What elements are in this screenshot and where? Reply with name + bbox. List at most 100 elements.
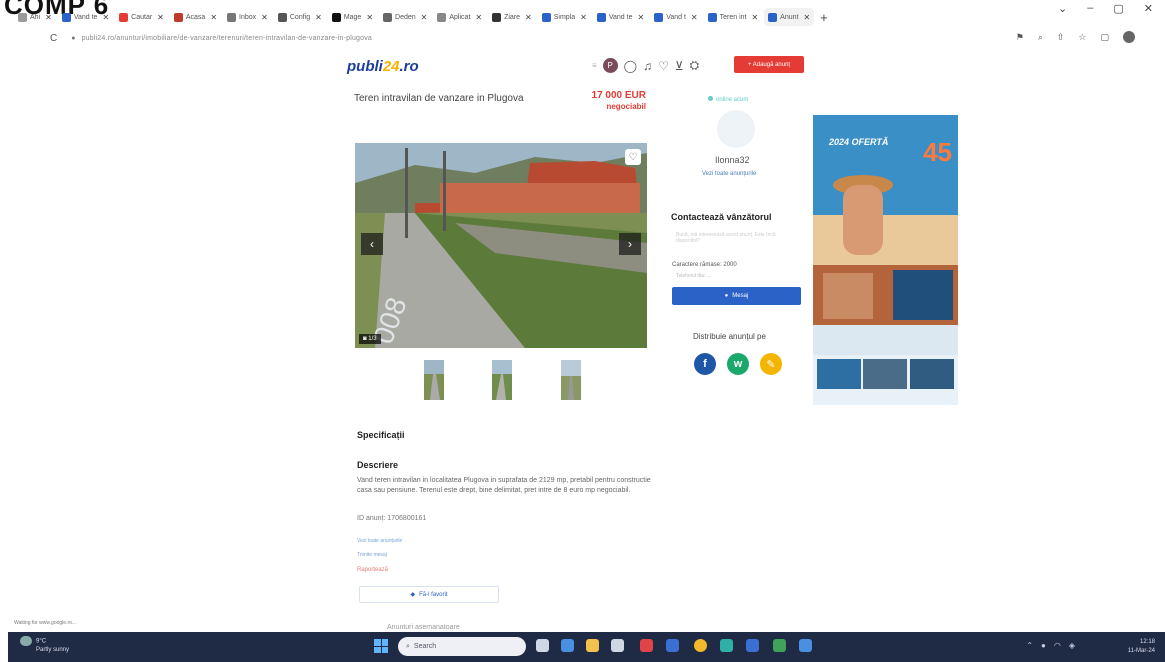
bookmark-star-icon[interactable]: ☆	[1078, 32, 1086, 43]
tab-close-icon[interactable]: ✕	[580, 13, 587, 22]
tab-favicon-icon	[119, 12, 129, 22]
tab-close-icon[interactable]: ✕	[475, 13, 482, 22]
tab-label: Simpla	[553, 13, 576, 21]
send-message-button[interactable]: ● Mesaj	[672, 287, 801, 305]
site-logo[interactable]: publi24.ro	[347, 58, 419, 75]
chevron-up-icon[interactable]: ⌃	[1026, 641, 1033, 650]
url-field[interactable]: publi24.ro/anunturi/imobiliare/de-vanzar…	[81, 35, 372, 42]
wifi-icon[interactable]: ◠	[1054, 641, 1061, 650]
app-red-icon[interactable]	[640, 639, 653, 652]
browser-tab[interactable]: Config ✕	[274, 8, 326, 26]
favorite-button[interactable]: ◆ Fă-l favorit	[359, 586, 499, 603]
profile-icon[interactable]	[1123, 31, 1135, 43]
thumbnail-2[interactable]	[492, 360, 512, 400]
report-link[interactable]: Raportează	[357, 567, 388, 573]
whatsapp-share-icon[interactable]: w	[727, 353, 749, 375]
share-title: Distribuie anunțul pe	[693, 332, 766, 341]
facebook-share-icon[interactable]: f	[694, 353, 716, 375]
chat-bubble-icon: ●	[724, 293, 729, 299]
ad-banner[interactable]: 2024 OFERTĂ 45	[813, 115, 958, 405]
store-icon[interactable]	[611, 639, 624, 652]
message-textarea[interactable]: Bună, mă interesează acest anunț. Este î…	[676, 232, 786, 244]
browser-tab[interactable]: Teren int ✕	[704, 8, 763, 26]
app-green-icon[interactable]	[773, 639, 786, 652]
browser-tab[interactable]: Anunt ✕	[764, 8, 815, 26]
photo-gallery[interactable]: 008 ‹ › ♡ ◙ 1/3	[355, 143, 647, 348]
gallery-prev-button[interactable]: ‹	[361, 233, 383, 255]
lock-icon: ●	[71, 34, 76, 42]
tab-close-icon[interactable]: ✕	[45, 13, 52, 22]
translate-icon[interactable]: ⚑	[1016, 32, 1024, 43]
browser-tab[interactable]: Inbox ✕	[223, 8, 272, 26]
user-avatar[interactable]: P	[602, 58, 618, 73]
tab-close-icon[interactable]: ✕	[210, 13, 217, 22]
chat-icon[interactable]: ◯	[624, 59, 637, 73]
taskbar-clock[interactable]: 12:18 11-Mar-24	[1128, 638, 1155, 656]
network-icon[interactable]: ●	[1041, 641, 1046, 650]
thumbnail-1[interactable]	[424, 360, 444, 400]
widgets-icon[interactable]	[561, 639, 574, 652]
browser-tab[interactable]: Acasa ✕	[170, 8, 221, 26]
ad-big-number: 45	[923, 137, 952, 167]
weather-widget[interactable]: 9°C Partly sunny	[20, 636, 69, 654]
bell-icon[interactable]: ♫	[643, 59, 652, 73]
tab-close-icon[interactable]: ✕	[366, 13, 373, 22]
tab-label: Cautar	[131, 13, 153, 21]
cart-icon[interactable]: ⊻	[675, 59, 684, 73]
tab-close-icon[interactable]: ✕	[157, 13, 164, 22]
start-button[interactable]	[374, 639, 388, 653]
app-teal-icon[interactable]	[720, 639, 733, 652]
browser-tab[interactable]: Mage ✕	[328, 8, 377, 26]
minimize-button[interactable]: –	[1087, 2, 1093, 15]
share-page-icon[interactable]: ⇧	[1057, 32, 1065, 43]
browser-tab[interactable]: Cautar ✕	[115, 8, 168, 26]
app-blue-icon[interactable]	[666, 639, 679, 652]
app-blue3-icon[interactable]	[799, 639, 812, 652]
maximize-button[interactable]: ▢	[1113, 2, 1123, 15]
send-message-link[interactable]: Trimite mesaj	[357, 552, 387, 558]
volume-icon[interactable]: ◈	[1069, 641, 1075, 650]
tab-close-icon[interactable]: ✕	[637, 13, 644, 22]
extensions-icon[interactable]: ▢	[1100, 32, 1109, 43]
copy-link-share-icon[interactable]: ✎	[760, 353, 782, 375]
app-blue2-icon[interactable]	[746, 639, 759, 652]
tab-close-icon[interactable]: ✕	[261, 13, 268, 22]
tab-close-icon[interactable]: ✕	[315, 13, 322, 22]
menu-icon[interactable]: ≡	[592, 61, 597, 70]
tab-close-icon[interactable]: ✕	[691, 13, 698, 22]
browser-tab[interactable]: Vand te ✕	[58, 8, 113, 26]
file-explorer-icon[interactable]	[586, 639, 599, 652]
browser-tab[interactable]: Aplicat ✕	[433, 8, 486, 26]
tab-close-icon[interactable]: ✕	[102, 13, 109, 22]
wallet-icon[interactable]: ⛭	[690, 58, 700, 73]
zoom-icon[interactable]: ⌕	[1038, 32, 1043, 43]
chrome-icon[interactable]	[694, 639, 707, 652]
add-listing-button[interactable]: + Adaugă anunț	[734, 56, 804, 73]
gallery-next-button[interactable]: ›	[619, 233, 641, 255]
thumbnail-3[interactable]	[561, 360, 581, 400]
browser-tab[interactable]: Ahi ✕	[14, 8, 56, 26]
browser-tab[interactable]: Simpla ✕	[538, 8, 591, 26]
tab-close-icon[interactable]: ✕	[803, 13, 810, 22]
reload-icon[interactable]: C	[50, 33, 57, 44]
heart-icon[interactable]: ♡	[658, 59, 669, 73]
browser-tab[interactable]: Deden ✕	[379, 8, 431, 26]
tab-close-icon[interactable]: ✕	[525, 13, 532, 22]
browser-status-url: Waiting for www.google.ro...	[14, 620, 77, 626]
browser-tab[interactable]: Vand t ✕	[650, 8, 701, 26]
tab-close-icon[interactable]: ✕	[751, 13, 758, 22]
taskview-icon[interactable]	[536, 639, 549, 652]
browser-tab-strip: Ahi ✕ Vand te ✕ Cautar ✕ Acasa ✕ Inbox ✕ Config ✕ Ma…	[0, 6, 1165, 28]
tab-close-icon[interactable]: ✕	[421, 13, 428, 22]
browser-tab[interactable]: Vand te ✕	[593, 8, 648, 26]
tab-list-icon[interactable]: ⌄	[1058, 2, 1067, 15]
new-tab-button[interactable]: +	[820, 10, 828, 25]
phone-field[interactable]: Telefonul tău: ...	[676, 273, 711, 279]
seller-name[interactable]: Ilonna32	[715, 155, 750, 165]
seller-all-listings-link[interactable]: Vezi toate anunțurile	[702, 171, 756, 177]
favorite-heart-icon[interactable]: ♡	[625, 149, 641, 165]
taskbar-search[interactable]: ⌕ Search	[398, 637, 526, 656]
close-window-button[interactable]: ✕	[1144, 2, 1153, 15]
browser-tab[interactable]: Ziare ✕	[488, 8, 536, 26]
all-listings-link[interactable]: Vezi toate anunțurile	[357, 538, 402, 544]
